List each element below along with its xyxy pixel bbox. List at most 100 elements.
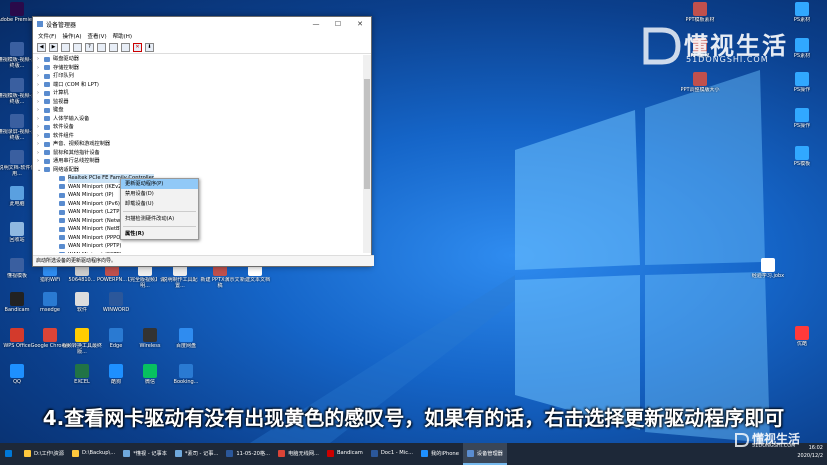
desktop-icon[interactable]: PS操作	[782, 108, 822, 129]
collapse-arrow-icon[interactable]: ⌄	[37, 166, 44, 175]
taskbar-item[interactable]: D:\工作\资源	[20, 443, 68, 465]
forward-icon[interactable]: ▶	[49, 42, 58, 52]
taskbar-item[interactable]: Doc1 - Mic...	[367, 443, 417, 465]
help-icon[interactable]: ?	[85, 42, 94, 52]
device-tree-category[interactable]: › 软件设备	[37, 123, 357, 132]
desktop-icon[interactable]: 百度网盘	[166, 328, 206, 349]
expand-arrow-icon[interactable]: ›	[37, 64, 44, 73]
menu-help[interactable]: 帮助(H)	[113, 32, 132, 40]
expand-arrow-icon[interactable]: ›	[37, 106, 44, 115]
device-manager-window[interactable]: 设备管理器 — ☐ ✕ 文件(F) 操作(A) 查看(V) 帮助(H) ◀ ▶ …	[32, 16, 374, 267]
expand-arrow-icon[interactable]: ›	[37, 115, 44, 124]
taskbar-item[interactable]: *懂视 - 记事本	[119, 443, 171, 465]
taskbar-app-icon	[326, 449, 334, 457]
device-category-icon	[44, 99, 50, 105]
device-category-icon	[44, 65, 50, 71]
menu-action[interactable]: 操作(A)	[62, 32, 81, 40]
desktop-icon[interactable]: PPT模板素材	[680, 2, 720, 23]
device-tree-category[interactable]: › 打印队列	[37, 72, 357, 81]
device-tree-category[interactable]: › 鼠标和其他指针设备	[37, 149, 357, 158]
device-tree-child[interactable]: WAN Miniport (PPTP)	[37, 242, 357, 251]
device-tree-category[interactable]: › 通用串行总线控制器	[37, 157, 357, 166]
tree-view-icon[interactable]	[61, 42, 70, 52]
expand-arrow-icon[interactable]: ›	[37, 98, 44, 107]
context-menu-item[interactable]: 扫描检测硬件改动(A)	[121, 214, 198, 224]
vertical-scrollbar[interactable]	[363, 55, 371, 253]
device-tree-child[interactable]: WAN Miniport (SSTP)	[37, 251, 357, 253]
expand-arrow-icon[interactable]: ›	[37, 132, 44, 141]
desktop-icon[interactable]: 经验学习.jobx	[748, 258, 788, 279]
desktop-icon[interactable]: Booking...	[166, 364, 206, 385]
expand-arrow-icon[interactable]: ›	[37, 72, 44, 81]
taskbar-item[interactable]: *素司 - 记事...	[171, 443, 222, 465]
close-button[interactable]: ✕	[349, 20, 371, 28]
expand-arrow-icon[interactable]: ›	[37, 89, 44, 98]
desktop-icon[interactable]: WINWORD	[96, 292, 136, 313]
maximize-button[interactable]: ☐	[327, 20, 349, 28]
taskbar-item[interactable]: 我的iPhone	[417, 443, 463, 465]
minimize-button[interactable]: —	[305, 20, 327, 28]
device-category-icon	[44, 158, 50, 164]
scrollbar-thumb[interactable]	[364, 79, 370, 189]
taskbar-item[interactable]: Bandicam	[323, 443, 367, 465]
expand-arrow-icon[interactable]: ›	[37, 55, 44, 64]
taskbar-item[interactable]: 电脑无线网...	[274, 443, 323, 465]
taskbar-item[interactable]: D:\Backup\...	[68, 443, 119, 465]
uninstall-icon[interactable]: ✕	[133, 42, 142, 52]
expand-arrow-icon[interactable]: ›	[37, 123, 44, 132]
device-tree-category[interactable]: › 软件组件	[37, 132, 357, 141]
device-tree-category[interactable]: › 存储控制器	[37, 64, 357, 73]
device-tree-category[interactable]: › 磁盘驱动器	[37, 55, 357, 64]
network-adapter-icon	[59, 218, 65, 224]
device-tree-category[interactable]: › 键盘	[37, 106, 357, 115]
update-driver-icon[interactable]	[97, 42, 106, 52]
taskbar-item-label: D:\工作\资源	[34, 450, 64, 457]
network-adapter-icon	[59, 235, 65, 241]
properties-icon[interactable]	[73, 42, 82, 52]
add-device-icon[interactable]	[121, 42, 130, 52]
device-tree-label: 鼠标和其他指针设备	[53, 149, 100, 156]
device-tree-label: 网络适配器	[53, 166, 79, 173]
expand-arrow-icon[interactable]: ›	[37, 81, 44, 90]
desktop-app-icon	[795, 2, 809, 16]
device-category-icon	[44, 73, 50, 79]
system-clock[interactable]: 16:02 2020/12/2	[797, 444, 823, 460]
desktop-icon[interactable]: Wireless	[130, 328, 170, 349]
window-titlebar[interactable]: 设备管理器 — ☐ ✕	[33, 17, 371, 31]
expand-arrow-icon[interactable]: ›	[37, 157, 44, 166]
desktop-icon[interactable]: PS素材	[782, 2, 822, 23]
menu-file[interactable]: 文件(F)	[38, 32, 56, 40]
desktop-icon[interactable]: 微信	[130, 364, 170, 385]
start-button[interactable]	[0, 443, 20, 465]
back-icon[interactable]: ◀	[37, 42, 46, 52]
context-menu-item[interactable]: 更新驱动程序(P)	[121, 179, 198, 189]
desktop-icon[interactable]: PPT调整模版大小	[680, 72, 720, 93]
taskbar-app-icon	[226, 449, 234, 457]
context-menu-item[interactable]: 禁用设备(D)	[121, 189, 198, 199]
device-tree-category[interactable]: › 监视器	[37, 98, 357, 107]
device-tree-label: 监视器	[53, 98, 69, 105]
desktop-icon[interactable]: QQ	[0, 364, 37, 385]
desktop-icon-label: PS操作	[793, 123, 811, 129]
menu-view[interactable]: 查看(V)	[88, 32, 107, 40]
desktop-icon-label: 说明制作工具配置...	[162, 277, 198, 289]
window-title: 设备管理器	[46, 21, 77, 29]
monitor-icon[interactable]	[109, 42, 118, 52]
desktop-icon[interactable]: PS模板	[782, 146, 822, 167]
desktop-icon[interactable]: 优酷	[782, 326, 822, 347]
expand-arrow-icon[interactable]: ›	[37, 149, 44, 158]
desktop-app-icon	[75, 292, 89, 306]
device-tree-category[interactable]: › 人体学输入设备	[37, 115, 357, 124]
device-tree-category[interactable]: ⌄ 网络适配器	[37, 166, 357, 175]
expand-arrow-icon[interactable]: ›	[37, 140, 44, 149]
device-tree-category[interactable]: › 端口 (COM 和 LPT)	[37, 81, 357, 90]
device-tree-category[interactable]: › 声音、视频和游戏控制器	[37, 140, 357, 149]
device-tree-category[interactable]: › 计算机	[37, 89, 357, 98]
taskbar-item[interactable]: 11-05-20格...	[222, 443, 274, 465]
scan-hardware-icon[interactable]: ⬇	[145, 42, 154, 52]
context-menu-item[interactable]: 属性(R)	[121, 229, 198, 239]
context-menu-item[interactable]: 卸载设备(U)	[121, 199, 198, 209]
desktop-icon[interactable]: PS操作	[782, 72, 822, 93]
taskbar-item[interactable]: 设备管理器	[462, 443, 507, 465]
device-tree-label: WAN Miniport (NetBT)	[68, 226, 125, 232]
